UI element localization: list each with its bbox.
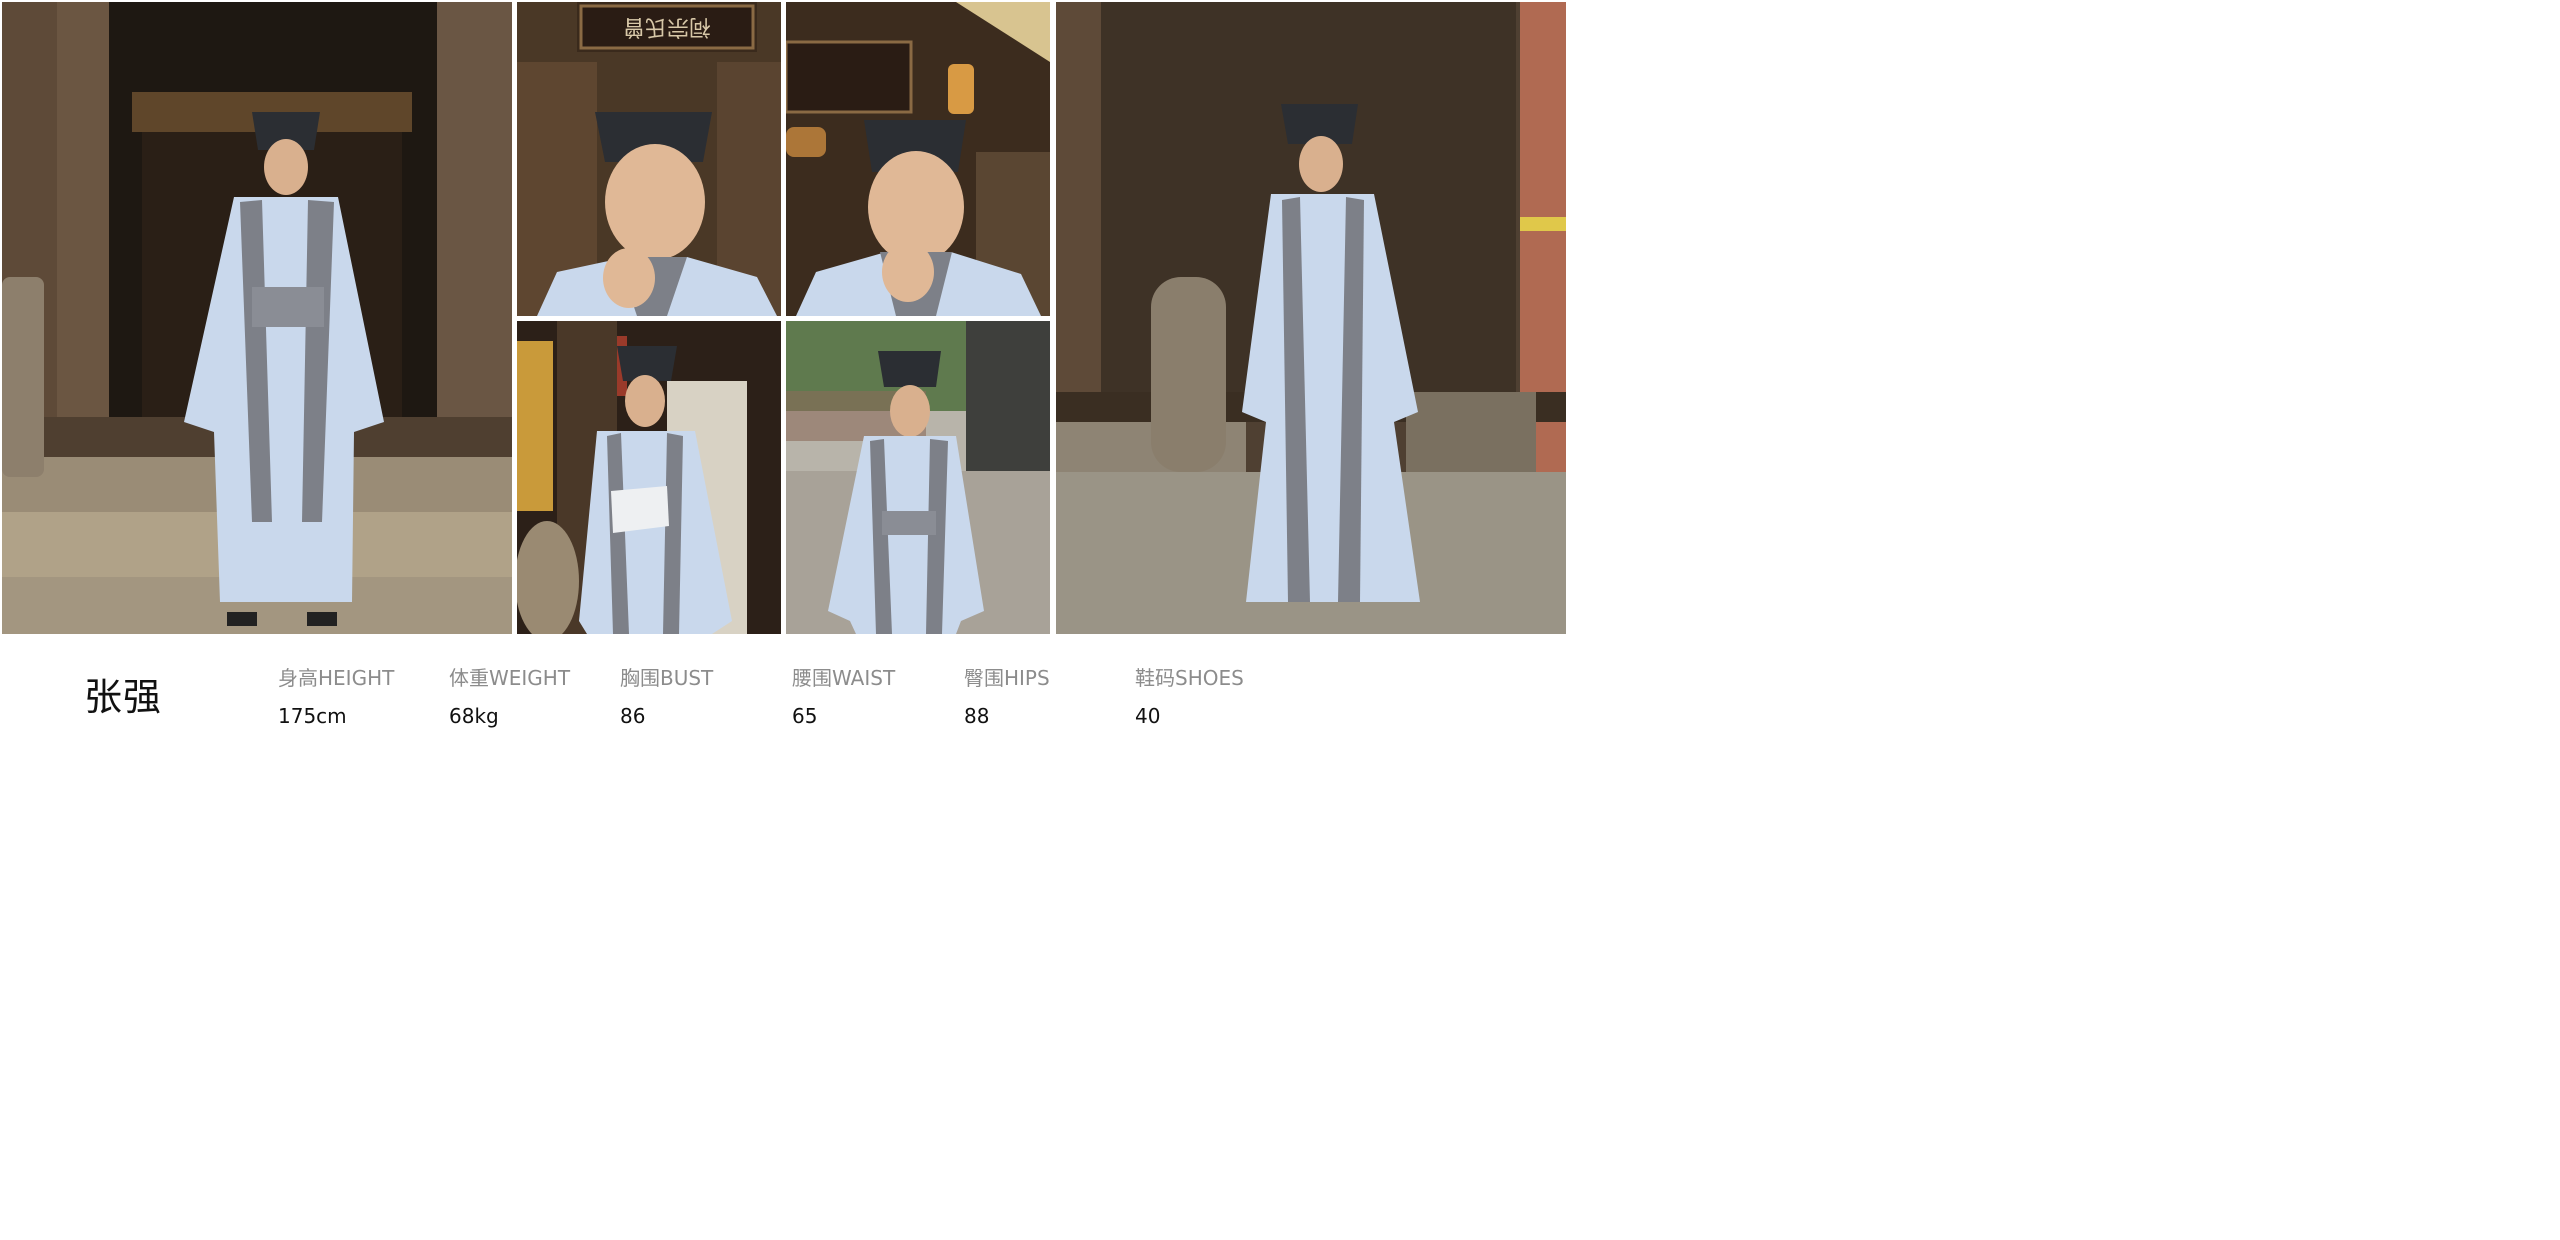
- signboard-text: 祠宗氏曾: [623, 14, 711, 39]
- stat-weight: 体重WEIGHT 68kg: [449, 664, 609, 730]
- model-card: 祠宗氏曾 张强 身高HEIGHT 175cm 体重WEIGHT 68kg 胸围B…: [0, 0, 1568, 760]
- reading-booklet-photo: [517, 321, 781, 634]
- full-length-photo-stone-tablet: [1056, 2, 1566, 634]
- stat-bust-label: 胸围BUST: [620, 666, 714, 690]
- selfie-photo-signboard: 祠宗氏曾: [517, 2, 781, 316]
- stat-waist-label: 腰围WAIST: [792, 666, 896, 690]
- stat-weight-label: 体重WEIGHT: [449, 666, 571, 690]
- stat-bust-value: 86: [620, 704, 646, 728]
- stat-weight-value: 68kg: [449, 704, 499, 728]
- stat-shoes: 鞋码SHOES 40: [1135, 664, 1295, 730]
- stat-shoes-label: 鞋码SHOES: [1135, 666, 1244, 690]
- stat-hips: 臀围HIPS 88: [964, 664, 1124, 730]
- stat-height-label: 身高HEIGHT: [278, 666, 395, 690]
- stat-hips-value: 88: [964, 704, 990, 728]
- full-length-photo-doorway: [2, 2, 512, 634]
- stat-height: 身高HEIGHT 175cm: [278, 664, 438, 730]
- stat-shoes-value: 40: [1135, 704, 1161, 728]
- stat-bust: 胸围BUST 86: [620, 664, 780, 730]
- stat-waist: 腰围WAIST 65: [792, 664, 952, 730]
- stat-waist-value: 65: [792, 704, 818, 728]
- model-name: 张强: [84, 675, 163, 719]
- courtyard-photo: [786, 321, 1050, 634]
- stat-height-value: 175cm: [278, 704, 347, 728]
- selfie-photo-lantern: [786, 2, 1050, 316]
- stat-hips-label: 臀围HIPS: [964, 666, 1050, 690]
